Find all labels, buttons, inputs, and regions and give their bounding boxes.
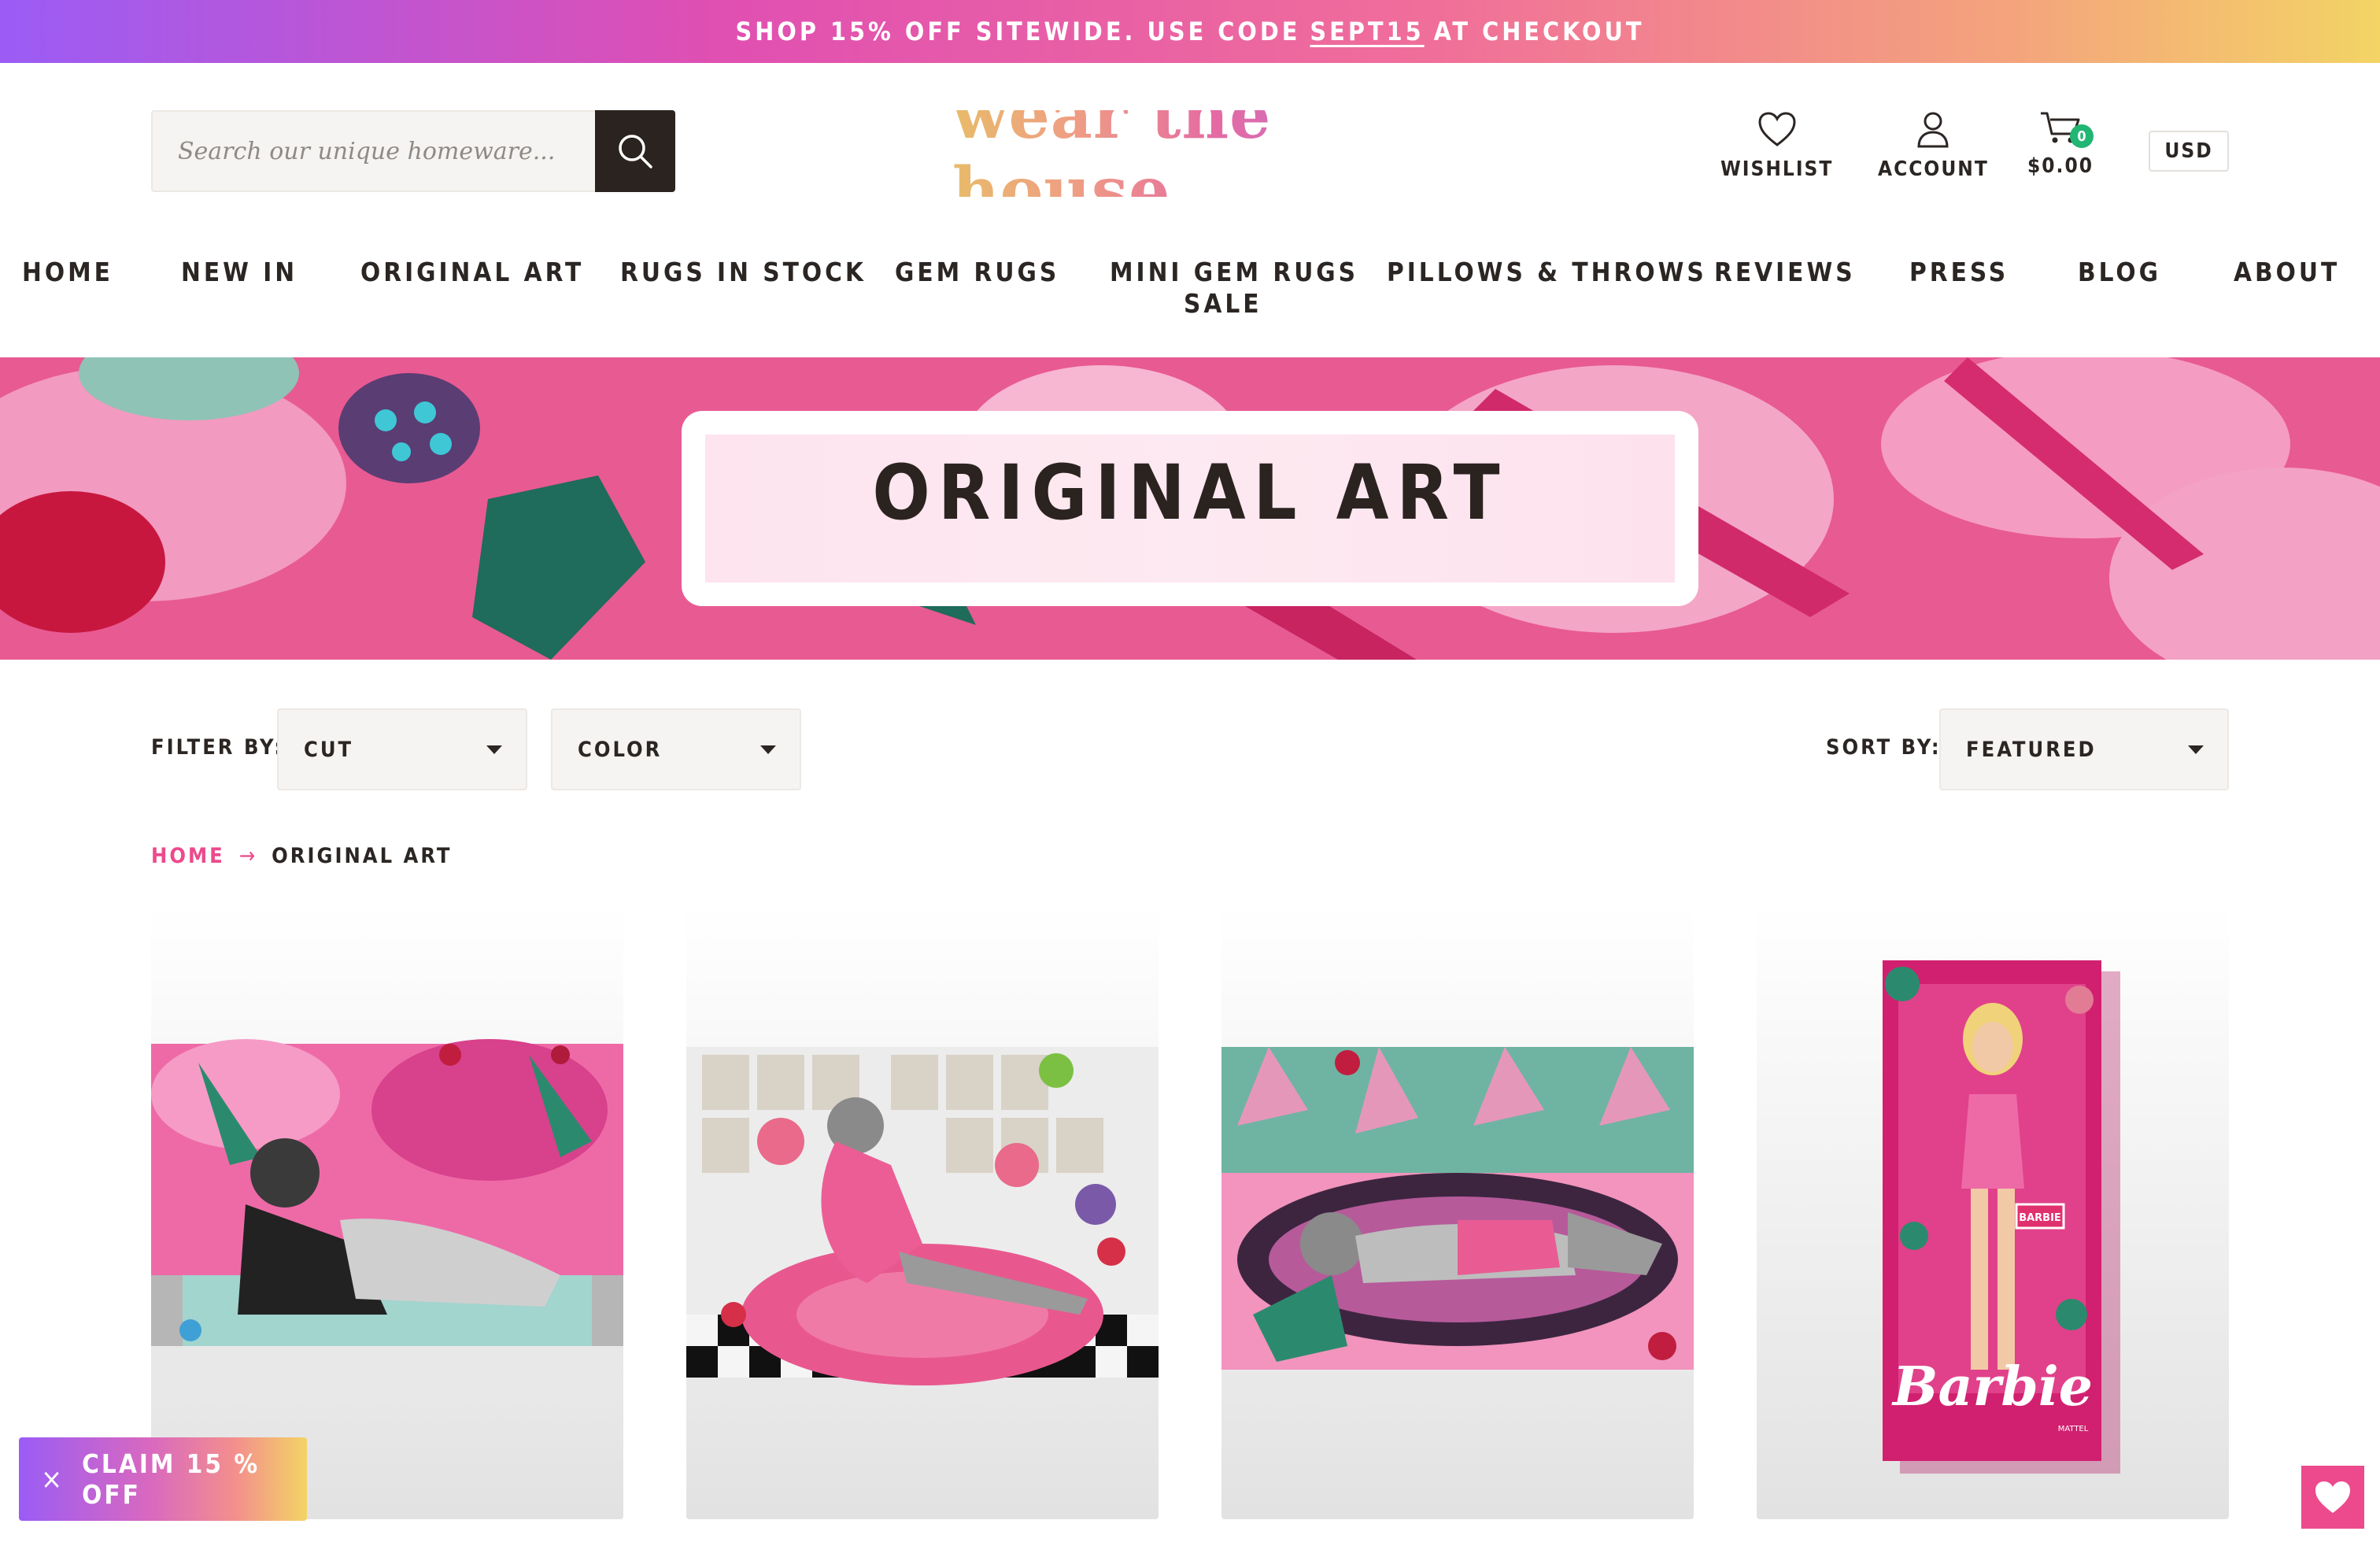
caret-down-icon [760,745,776,754]
product-image [1221,1047,1694,1370]
product-card[interactable] [686,905,1159,1519]
nav-reviews[interactable]: REVIEWS [1714,257,1856,288]
nav-pillows-throws[interactable]: PILLOWS & THROWS [1387,257,1707,288]
product-card[interactable] [1221,905,1694,1519]
user-icon [1917,112,1949,148]
nav-blog[interactable]: BLOG [2078,257,2161,288]
search-box [151,110,675,192]
cart-count-badge: 0 [2070,124,2094,148]
site-logo[interactable]: wear the house [952,78,1432,229]
cart-link[interactable]: 0 $0.00 [2027,110,2094,178]
search-button[interactable] [595,110,675,192]
nav-about[interactable]: ABOUT [2234,257,2340,288]
nav-sale[interactable]: SALE [1184,288,1262,320]
promo-text-suffix: AT CHECKOUT [1433,17,1645,46]
page-title: ORIGINAL ART [872,449,1508,537]
sort-dropdown[interactable]: FEATURED [1939,708,2229,790]
filter-cut-value: CUT [304,737,354,762]
nav-rugs-in-stock[interactable]: RUGS IN STOCK [620,257,867,288]
product-card[interactable] [151,905,623,1519]
search-input[interactable] [153,112,597,190]
product-image [151,1039,623,1374]
breadcrumb-home[interactable]: HOME [151,844,225,868]
caret-down-icon [2188,745,2204,754]
promo-code[interactable]: SEPT15 [1310,17,1424,46]
heart-icon [2315,1481,2350,1513]
filter-by-label: FILTER BY: [151,735,284,760]
heart-icon [1758,112,1796,146]
currency-selector[interactable]: USD [2149,131,2229,172]
promo-banner: SHOP 15% OFF SITEWIDE. USE CODE SEPT15 A… [0,0,2380,63]
close-icon[interactable]: × [41,1463,65,1496]
arrow-right-icon: → [238,844,258,868]
barbie-label-tag: BARBIE [2019,1212,2061,1224]
product-image: BARBIE Barbie MATTEL [1883,960,2120,1474]
cart-total: $0.00 [2027,154,2094,178]
account-link[interactable]: ACCOUNT [1878,110,1989,181]
product-image [686,1047,1159,1385]
caret-down-icon [486,745,502,754]
filter-cut-dropdown[interactable]: CUT [277,708,527,790]
promo-text-prefix: SHOP 15% OFF SITEWIDE. USE CODE [735,17,1301,46]
wishlist-link[interactable]: WISHLIST [1720,110,1833,181]
claim-discount-button[interactable]: × CLAIM 15 % OFF [19,1437,307,1521]
breadcrumb: HOME → ORIGINAL ART [151,844,452,868]
nav-new-in[interactable]: NEW IN [181,257,298,288]
filter-color-dropdown[interactable]: COLOR [551,708,801,790]
filter-color-value: COLOR [578,737,663,762]
nav-mini-gem-rugs[interactable]: MINI GEM RUGS [1110,257,1358,288]
account-label: ACCOUNT [1878,157,1989,181]
claim-label: CLAIM 15 % OFF [82,1448,261,1510]
nav-home[interactable]: HOME [22,257,113,288]
breadcrumb-current: ORIGINAL ART [272,844,453,868]
nav-press[interactable]: PRESS [1909,257,2009,288]
product-card[interactable]: BARBIE Barbie MATTEL [1757,905,2229,1519]
search-icon [619,135,652,168]
wishlist-label: WISHLIST [1720,157,1834,181]
sort-value: FEATURED [1966,737,2097,762]
hero-title-card: ORIGINAL ART [682,411,1698,606]
sort-by-label: SORT BY: [1826,735,1942,760]
mattel-label: MATTEL [2058,1425,2089,1433]
barbie-logo-text: Barbie [1891,1356,2093,1418]
floating-wishlist-button[interactable] [2301,1466,2364,1529]
nav-original-art[interactable]: ORIGINAL ART [360,257,584,288]
nav-gem-rugs[interactable]: GEM RUGS [895,257,1059,288]
